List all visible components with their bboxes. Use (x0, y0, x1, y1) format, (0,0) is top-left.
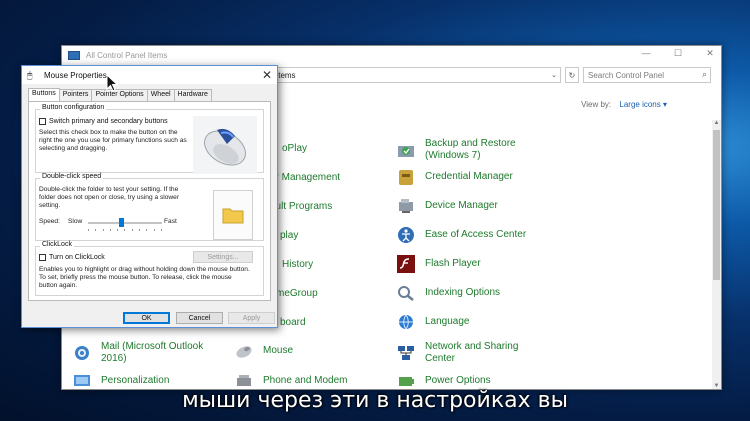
maximize-icon[interactable]: ☐ (671, 48, 685, 59)
ease-of-access-icon (396, 225, 416, 245)
cancel-button[interactable]: Cancel (176, 312, 223, 324)
buttons-tab-panel: Button configuration Switch primary and … (28, 101, 271, 301)
switch-buttons-label: Switch primary and secondary buttons (49, 118, 168, 125)
video-subtitle: мыши через эти в настройках вы (182, 388, 568, 413)
credential-manager-icon (396, 167, 416, 187)
fast-label: Fast (164, 218, 177, 225)
folder-icon (222, 208, 244, 224)
backup-icon (396, 140, 416, 160)
control-panel-icon (68, 50, 80, 60)
mail-icon (72, 343, 92, 363)
dialog-tabs: Buttons Pointers Pointer Options Wheel H… (28, 88, 212, 101)
double-click-description: Double-click the folder to test your set… (39, 186, 180, 209)
indexing-options-icon (396, 283, 416, 303)
view-by-label: View by: (581, 100, 612, 109)
tab-hardware[interactable]: Hardware (173, 89, 212, 101)
button-configuration-description: Select this check box to make the button… (39, 129, 187, 152)
test-folder[interactable] (213, 190, 253, 240)
tab-pointer-options[interactable]: Pointer Options (91, 89, 148, 101)
scroll-up-icon[interactable]: ▲ (712, 120, 721, 126)
mouse-illustration (193, 116, 257, 174)
clicklock-settings-button[interactable]: Settings... (193, 251, 253, 263)
cp-item-keyboard[interactable]: board (280, 317, 306, 329)
checkbox-box[interactable] (39, 254, 46, 261)
tab-pointers[interactable]: Pointers (58, 89, 93, 101)
cp-item-indexing-options[interactable]: Indexing Options (396, 283, 500, 303)
cp-item-language[interactable]: Language (396, 312, 470, 332)
double-click-speed-group: Double-click speed Double-click the fold… (35, 173, 264, 241)
cp-item-file-history[interactable]: History (282, 259, 313, 271)
ok-button[interactable]: OK (123, 312, 170, 324)
address-row: Items ⌄ ↻ Search Control Panel ⌕ (272, 67, 711, 83)
cp-item-network-sharing[interactable]: Network and Sharing Center (396, 341, 518, 365)
slider-thumb[interactable] (119, 218, 125, 227)
cp-item-autoplay[interactable]: oPlay (282, 143, 307, 155)
search-icon[interactable]: ⌕ (702, 69, 707, 80)
apply-button[interactable]: Apply (228, 312, 275, 324)
clicklock-group: ClickLock Turn on ClickLock Settings... … (35, 241, 264, 296)
close-icon[interactable]: ✕ (262, 68, 272, 82)
cp-item-device-manager[interactable]: Device Manager (396, 196, 498, 216)
speed-label: Speed: (39, 218, 60, 225)
flash-player-icon (396, 254, 416, 274)
search-input[interactable]: Search Control Panel ⌕ (583, 67, 711, 83)
view-by: View by: Large icons ▾ (581, 100, 667, 109)
cp-item-mouse[interactable]: Mouse (234, 341, 293, 361)
language-icon (396, 312, 416, 332)
tab-buttons[interactable]: Buttons (28, 88, 60, 101)
minimize-icon[interactable]: — (639, 48, 653, 59)
cp-item-display[interactable]: play (280, 230, 298, 242)
cp-item-default-programs[interactable]: ault Programs (270, 201, 332, 213)
slider-ticks (88, 229, 162, 231)
close-icon[interactable]: ✕ (703, 48, 717, 59)
window-controls: — ☐ ✕ (639, 48, 717, 59)
clicklock-description: Enables you to highlight or drag without… (39, 266, 250, 289)
search-placeholder: Search Control Panel (588, 70, 665, 80)
chevron-down-icon[interactable]: ⌄ (551, 71, 557, 79)
dialog-titlebar: 🖱 Mouse Properties ✕ (22, 66, 277, 84)
cp-item-mail[interactable]: Mail (Microsoft Outlook 2016) (72, 341, 203, 365)
cp-item-credential-manager[interactable]: Credential Manager (396, 167, 513, 187)
control-panel-title: All Control Panel Items (86, 50, 168, 60)
network-sharing-icon (396, 343, 416, 363)
clicklock-checkbox[interactable]: Turn on ClickLock (39, 254, 105, 261)
vertical-scrollbar[interactable]: ▲ ▼ (712, 120, 721, 389)
clicklock-legend: ClickLock (40, 241, 74, 248)
scrollbar-thumb[interactable] (713, 130, 720, 280)
mouse-icon (234, 341, 254, 361)
switch-buttons-checkbox[interactable]: Switch primary and secondary buttons (39, 118, 168, 125)
tab-wheel[interactable]: Wheel (146, 89, 175, 101)
mouse-icon: 🖱 (27, 69, 33, 80)
slow-label: Slow (68, 218, 83, 225)
dialog-title: Mouse Properties (44, 70, 107, 80)
double-click-speed-legend: Double-click speed (40, 173, 104, 180)
cp-item-flash-player[interactable]: Flash Player (396, 254, 481, 274)
slider-track[interactable] (88, 222, 162, 224)
mouse-properties-dialog: 🖱 Mouse Properties ✕ Buttons Pointers Po… (21, 65, 278, 328)
double-click-speed-slider[interactable] (88, 218, 162, 231)
mouse-cursor-icon (106, 74, 118, 92)
device-manager-icon (396, 196, 416, 216)
cp-item-ease-of-access[interactable]: Ease of Access Center (396, 225, 526, 245)
clicklock-checkbox-label: Turn on ClickLock (49, 254, 105, 261)
button-configuration-group: Button configuration Switch primary and … (35, 104, 264, 174)
button-configuration-legend: Button configuration (40, 104, 107, 111)
cp-item-backup-restore[interactable]: Backup and Restore (Windows 7) (396, 138, 516, 162)
cp-item-homegroup[interactable]: meGroup (276, 288, 318, 300)
control-panel-titlebar: All Control Panel Items (62, 46, 721, 64)
refresh-icon[interactable]: ↻ (565, 67, 579, 83)
address-bar[interactable]: Items ⌄ (272, 67, 561, 83)
address-text: Items (276, 70, 296, 80)
checkbox-box[interactable] (39, 118, 46, 125)
view-by-dropdown[interactable]: Large icons ▾ (619, 100, 667, 109)
cp-item-color-management[interactable]: or Management (270, 172, 340, 184)
